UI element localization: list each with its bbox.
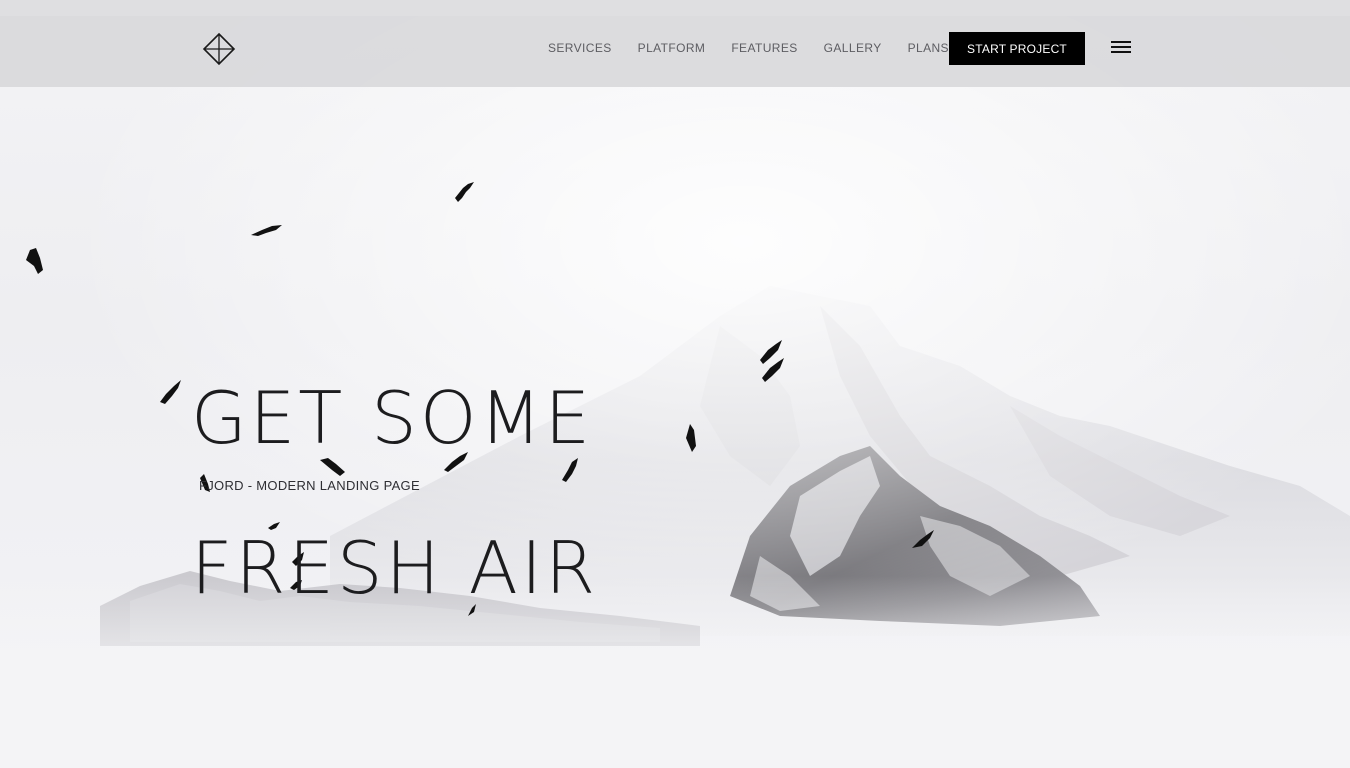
nav-gallery-link[interactable]: GALLERY <box>824 41 882 55</box>
hero-subtitle: FJORD - MODERN LANDING PAGE <box>199 478 420 493</box>
hero-headline-line2: FRESH AIR <box>191 526 599 610</box>
diamond-logo-icon[interactable] <box>200 31 238 69</box>
nav-platform-link[interactable]: PLATFORM <box>638 41 706 55</box>
hamburger-menu-icon[interactable] <box>1110 38 1134 58</box>
hamburger-line <box>1111 46 1131 48</box>
browser-top-strip <box>0 0 1350 16</box>
start-project-button[interactable]: START PROJECT <box>949 32 1085 65</box>
main-nav: SERVICES PLATFORM FEATURES GALLERY PLANS <box>535 16 962 80</box>
hamburger-line <box>1111 51 1131 53</box>
top-navbar: SERVICES PLATFORM FEATURES GALLERY PLANS… <box>0 16 1350 87</box>
hero-headline: GET SOME FRESH AIR <box>191 306 598 681</box>
nav-features-link[interactable]: FEATURES <box>731 41 797 55</box>
nav-plans-link[interactable]: PLANS <box>908 41 949 55</box>
hero-headline-line1: GET SOME <box>191 376 594 460</box>
hamburger-line <box>1111 41 1131 43</box>
nav-services-link[interactable]: SERVICES <box>548 41 612 55</box>
